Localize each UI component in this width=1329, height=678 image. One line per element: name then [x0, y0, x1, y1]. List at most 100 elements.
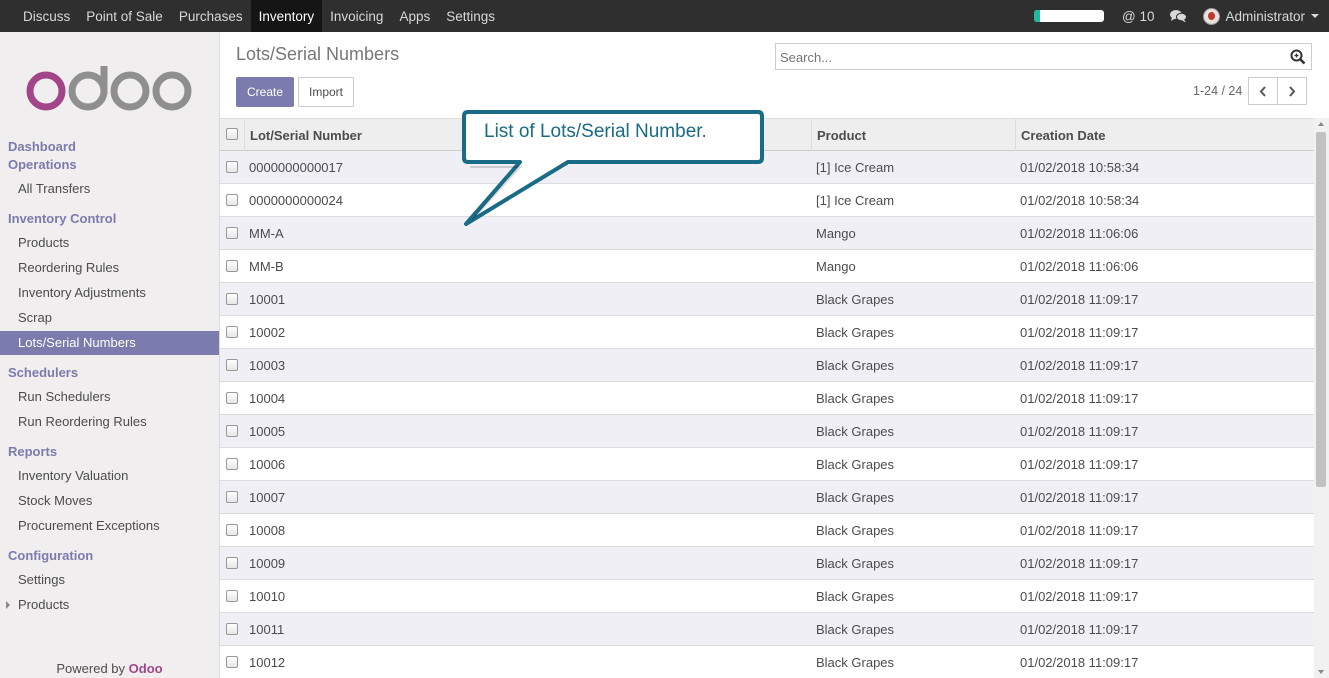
- column-header-creation-date[interactable]: Creation Date: [1021, 119, 1106, 151]
- cell-lot: MM-B: [249, 258, 284, 274]
- cell-lot: 10001: [249, 291, 286, 307]
- sidebar-item-config-products[interactable]: Products: [18, 597, 69, 612]
- odoo-logo[interactable]: [26, 66, 194, 114]
- cell-lot: 10002: [249, 324, 286, 340]
- cell-lot: 10005: [249, 423, 286, 439]
- sidebar-section-inventory-control[interactable]: Inventory Control: [8, 211, 116, 226]
- row-checkbox[interactable]: [226, 161, 238, 173]
- row-checkbox[interactable]: [226, 590, 238, 602]
- sidebar-item-reordering-rules[interactable]: Reordering Rules: [18, 260, 119, 275]
- pager-value[interactable]: 1-24 / 24: [1193, 84, 1242, 98]
- sidebar-item-inventory-valuation[interactable]: Inventory Valuation: [18, 468, 128, 483]
- menu-point-of-sale[interactable]: Point of Sale: [78, 0, 171, 32]
- pager-previous-button[interactable]: [1248, 77, 1278, 105]
- cell-product: Black Grapes: [816, 423, 895, 439]
- cell-lot: 10012: [249, 654, 286, 670]
- search-box: [775, 43, 1312, 70]
- row-checkbox[interactable]: [226, 524, 238, 536]
- row-checkbox[interactable]: [226, 392, 238, 404]
- menu-apps[interactable]: Apps: [391, 0, 438, 32]
- cell-product: Black Grapes: [816, 621, 895, 637]
- sidebar-item-lots-serial-numbers[interactable]: Lots/Serial Numbers: [0, 331, 219, 355]
- sidebar-item-run-schedulers[interactable]: Run Schedulers: [18, 389, 111, 404]
- sidebar-item-run-reordering-rules[interactable]: Run Reordering Rules: [18, 414, 147, 429]
- powered-by-brand-link[interactable]: Odoo: [129, 661, 163, 676]
- row-checkbox[interactable]: [226, 326, 238, 338]
- cell-creation-date: 01/02/2018 11:09:17: [1020, 291, 1139, 307]
- scroll-up-icon[interactable]: [1318, 122, 1324, 126]
- menu-settings[interactable]: Settings: [438, 0, 503, 32]
- table-row[interactable]: 10006 Black Grapes 01/02/2018 11:09:17: [220, 448, 1314, 481]
- cell-product: Black Grapes: [816, 324, 895, 340]
- sidebar-item-products[interactable]: Products: [18, 235, 69, 250]
- row-checkbox[interactable]: [226, 623, 238, 635]
- import-button[interactable]: Import: [298, 77, 354, 107]
- row-checkbox[interactable]: [226, 458, 238, 470]
- cell-product: [1] Ice Cream: [816, 192, 895, 208]
- sidebar-item-procurement-exceptions[interactable]: Procurement Exceptions: [18, 518, 160, 533]
- user-menu[interactable]: Administrator: [1203, 7, 1319, 25]
- select-all-checkbox[interactable]: [226, 128, 238, 140]
- row-checkbox[interactable]: [226, 260, 238, 272]
- table-row[interactable]: 10010 Black Grapes 01/02/2018 11:09:17: [220, 580, 1314, 613]
- cell-product: Black Grapes: [816, 654, 895, 670]
- sidebar-section-schedulers[interactable]: Schedulers: [8, 365, 78, 380]
- create-button[interactable]: Create: [236, 77, 294, 107]
- cell-lot: 10009: [249, 555, 286, 571]
- menu-purchases[interactable]: Purchases: [171, 0, 251, 32]
- cell-product: [1] Ice Cream: [816, 159, 895, 175]
- cell-creation-date: 01/02/2018 11:09:17: [1020, 456, 1139, 472]
- cell-lot: 0000000000017: [249, 159, 343, 175]
- pager-next-button[interactable]: [1277, 77, 1307, 105]
- menu-discuss[interactable]: Discuss: [15, 0, 78, 32]
- table-row[interactable]: 10004 Black Grapes 01/02/2018 11:09:17: [220, 382, 1314, 415]
- column-header-lot[interactable]: Lot/Serial Number: [250, 119, 362, 151]
- scroll-down-icon[interactable]: [1318, 670, 1324, 674]
- scrollbar-thumb[interactable]: [1316, 132, 1326, 487]
- row-checkbox[interactable]: [226, 227, 238, 239]
- table-row[interactable]: 10002 Black Grapes 01/02/2018 11:09:17: [220, 316, 1314, 349]
- row-checkbox[interactable]: [226, 425, 238, 437]
- table-row[interactable]: 10012 Black Grapes 01/02/2018 11:09:17: [220, 646, 1314, 678]
- sidebar-item-inventory-adjustments[interactable]: Inventory Adjustments: [18, 285, 146, 300]
- table-row[interactable]: 10007 Black Grapes 01/02/2018 11:09:17: [220, 481, 1314, 514]
- row-checkbox[interactable]: [226, 359, 238, 371]
- chat-button[interactable]: [1170, 9, 1188, 23]
- cell-lot: MM-A: [249, 225, 284, 241]
- table-row[interactable]: 10009 Black Grapes 01/02/2018 11:09:17: [220, 547, 1314, 580]
- table-row[interactable]: 10005 Black Grapes 01/02/2018 11:09:17: [220, 415, 1314, 448]
- menu-inventory[interactable]: Inventory: [250, 0, 323, 32]
- cell-lot: 10003: [249, 357, 286, 373]
- cell-lot: 10008: [249, 522, 286, 538]
- table-row[interactable]: 10011 Black Grapes 01/02/2018 11:09:17: [220, 613, 1314, 646]
- column-header-product[interactable]: Product: [817, 119, 866, 151]
- planner-progress-bar[interactable]: [1033, 10, 1104, 22]
- row-checkbox[interactable]: [226, 194, 238, 206]
- sidebar-item-label: Lots/Serial Numbers: [18, 335, 136, 350]
- table-scrollbar[interactable]: [1314, 118, 1329, 678]
- table-row[interactable]: 10001 Black Grapes 01/02/2018 11:09:17: [220, 283, 1314, 316]
- sidebar-item-settings[interactable]: Settings: [18, 572, 65, 587]
- cell-lot: 10004: [249, 390, 286, 406]
- table-row[interactable]: 10003 Black Grapes 01/02/2018 11:09:17: [220, 349, 1314, 382]
- sidebar-item-scrap[interactable]: Scrap: [18, 310, 52, 325]
- table-row[interactable]: 10008 Black Grapes 01/02/2018 11:09:17: [220, 514, 1314, 547]
- table-row[interactable]: MM-B Mango 01/02/2018 11:06:06: [220, 250, 1314, 283]
- mentions-button[interactable]: @ 10: [1122, 9, 1154, 24]
- chevron-down-icon: [1311, 14, 1319, 18]
- menu-invoicing[interactable]: Invoicing: [322, 0, 391, 32]
- search-input[interactable]: [780, 47, 1270, 67]
- row-checkbox[interactable]: [226, 557, 238, 569]
- sidebar-section-reports[interactable]: Reports: [8, 444, 57, 459]
- row-checkbox[interactable]: [226, 656, 238, 668]
- row-checkbox[interactable]: [226, 491, 238, 503]
- sidebar-section-configuration[interactable]: Configuration: [8, 548, 93, 563]
- search-icon[interactable]: [1290, 49, 1306, 65]
- expand-arrow-icon[interactable]: [6, 601, 10, 609]
- row-checkbox[interactable]: [226, 293, 238, 305]
- sidebar-section-dashboard[interactable]: Dashboard: [8, 139, 76, 154]
- sidebar-item-all-transfers[interactable]: All Transfers: [18, 181, 90, 196]
- sidebar-item-stock-moves[interactable]: Stock Moves: [18, 493, 92, 508]
- progress-fill: [1033, 10, 1040, 22]
- sidebar-section-operations[interactable]: Operations: [8, 157, 77, 172]
